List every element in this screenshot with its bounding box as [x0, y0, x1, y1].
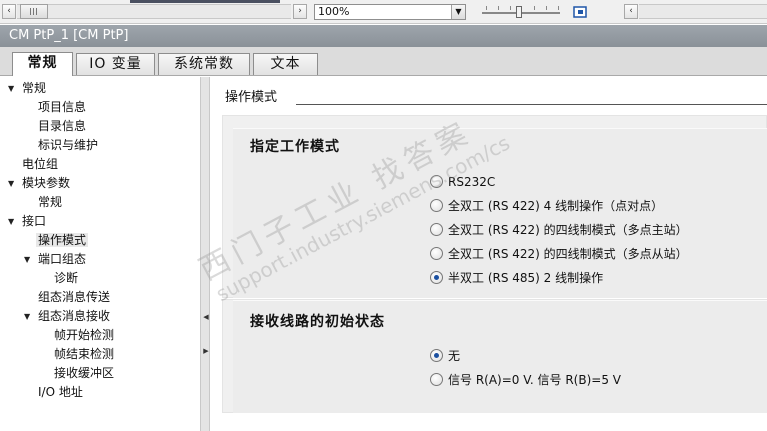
expand-right-icon[interactable]: ▶	[203, 347, 209, 355]
tab-texts[interactable]: 文本	[253, 53, 318, 75]
toolbar-dark-strip	[130, 0, 280, 3]
top-toolbar: ‹ › 100% ▼ ‹	[0, 0, 767, 24]
tab-bar: 常规 IO 变量 系统常数 文本	[0, 47, 767, 76]
tree-item-start-detection[interactable]: 帧开始检测	[54, 326, 114, 345]
horizontal-scrollbar-2[interactable]	[639, 4, 767, 19]
horizontal-scrollbar[interactable]	[17, 4, 291, 19]
tree-item-diagnostics[interactable]: 诊断	[54, 269, 78, 288]
navigate-to-icon[interactable]	[573, 5, 587, 19]
tab-system-constants[interactable]: 系统常数	[158, 53, 250, 75]
zoom-select[interactable]: 100% ▼	[314, 4, 466, 20]
tree-item-receive-buffer[interactable]: 接收缓冲区	[54, 364, 114, 383]
navigation-tree: ▼ 常规 项目信息 目录信息 标识与维护 电位组 ▼ 模块参数 常规 ▼ 接口 …	[0, 77, 200, 431]
collapse-caret-icon[interactable]: ▼	[8, 79, 18, 98]
zoom-slider-knob[interactable]	[516, 6, 522, 18]
tab-general[interactable]: 常规	[12, 52, 73, 76]
tree-item-module-params[interactable]: ▼ 模块参数	[8, 174, 70, 193]
scroll-left-button-2[interactable]: ‹	[624, 4, 638, 19]
tree-item-identification[interactable]: 标识与维护	[38, 136, 98, 155]
radio-button-selected[interactable]	[430, 271, 443, 284]
tree-item-operating-mode[interactable]: 操作模式	[36, 231, 89, 250]
zoom-dropdown-arrow-icon[interactable]: ▼	[451, 5, 465, 19]
scroll-thumb[interactable]	[20, 4, 48, 19]
radio-button[interactable]	[430, 247, 443, 260]
tree-item-interface[interactable]: ▼ 接口	[8, 212, 46, 231]
receive-line-group: 接收线路的初始状态 无 信号 R(A)=0 V. 信号 R(B)=5 V	[222, 299, 767, 413]
tree-item-module-general[interactable]: 常规	[38, 193, 62, 212]
section-title: 操作模式	[225, 90, 286, 106]
tree-item-io-address[interactable]: I/O 地址	[38, 383, 83, 402]
scroll-left-button[interactable]: ‹	[2, 4, 16, 19]
collapse-caret-icon[interactable]: ▼	[24, 250, 34, 269]
zoom-value: 100%	[318, 5, 350, 18]
zoom-slider[interactable]	[476, 4, 566, 20]
group-title-receive-line: 接收线路的初始状态	[250, 314, 385, 330]
group-title-mode: 指定工作模式	[250, 139, 340, 155]
tree-item-catalog-info[interactable]: 目录信息	[38, 117, 86, 136]
section-divider	[296, 104, 767, 105]
radio-button-selected[interactable]	[430, 349, 443, 362]
radio-button[interactable]	[430, 199, 443, 212]
scroll-right-button[interactable]: ›	[293, 4, 307, 19]
tree-item-general[interactable]: ▼ 常规	[8, 79, 46, 98]
radio-button[interactable]	[430, 223, 443, 236]
tree-item-receive-config[interactable]: ▼ 组态消息接收	[24, 307, 110, 326]
tree-item-potential-group[interactable]: 电位组	[8, 155, 58, 174]
radio-button[interactable]	[430, 373, 443, 386]
collapse-caret-icon[interactable]: ▼	[8, 174, 18, 193]
inspector-title: CM PtP_1 [CM PtP]	[0, 25, 767, 47]
collapse-caret-icon[interactable]: ▼	[24, 307, 34, 326]
tree-item-port-config[interactable]: ▼ 端口组态	[24, 250, 86, 269]
tree-item-end-detection[interactable]: 帧结束检测	[54, 345, 114, 364]
tab-io-tags[interactable]: IO 变量	[76, 53, 155, 75]
collapse-left-icon[interactable]: ◀	[203, 313, 209, 321]
tree-item-transmit-config[interactable]: 组态消息传送	[38, 288, 110, 307]
tree-item-project-info[interactable]: 项目信息	[38, 98, 86, 117]
collapse-caret-icon[interactable]: ▼	[8, 212, 18, 231]
